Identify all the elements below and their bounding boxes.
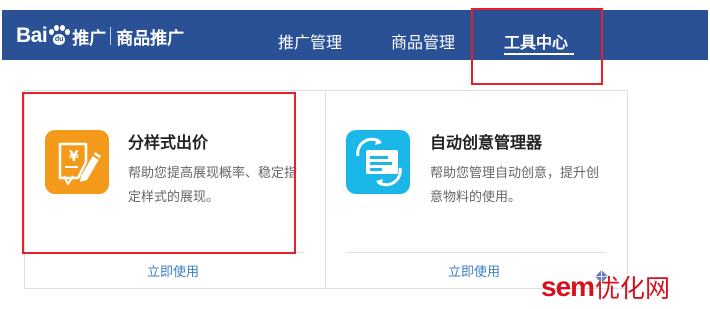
nav-tab-promotion-management[interactable]: 推广管理 xyxy=(278,29,342,53)
use-now-link-style-bidding[interactable]: 立即使用 xyxy=(147,261,199,280)
logo-bai-text: Bai xyxy=(16,24,48,47)
use-now-link-auto-creative-manager[interactable]: 立即使用 xyxy=(448,261,500,280)
logo-subtitle: 商品推广 xyxy=(116,28,185,49)
diamond-grid-icon xyxy=(595,270,608,283)
watermark-sem-text: sem xyxy=(541,271,595,302)
card-desc-auto-creative-manager: 帮助您管理自动创意，提升创 意物料的使用。 xyxy=(430,162,599,210)
sem-youhua-watermark: sem 优化网 xyxy=(541,270,670,304)
logo-divider xyxy=(110,27,112,45)
highlight-box-style-bidding xyxy=(22,92,296,254)
card-desc-line: 帮助您管理自动创意，提升创 xyxy=(430,166,600,181)
baidu-tuiguang-logo[interactable]: Bai du 推广 商品推广 xyxy=(16,24,185,49)
nav-tab-product-management[interactable]: 商品管理 xyxy=(391,29,455,53)
logo-product-text: 推广 xyxy=(72,28,107,49)
highlight-box-tool-center xyxy=(471,8,603,85)
card-footer-divider-right xyxy=(346,252,606,253)
panel-divider xyxy=(325,90,326,288)
card-title-auto-creative-manager: 自动创意管理器 xyxy=(430,133,543,152)
refresh-card-icon[interactable] xyxy=(346,130,410,194)
card-desc-line: 意物料的使用。 xyxy=(430,190,522,205)
baidu-paw-icon: du xyxy=(48,25,71,47)
logo-du-text: du xyxy=(54,36,64,43)
